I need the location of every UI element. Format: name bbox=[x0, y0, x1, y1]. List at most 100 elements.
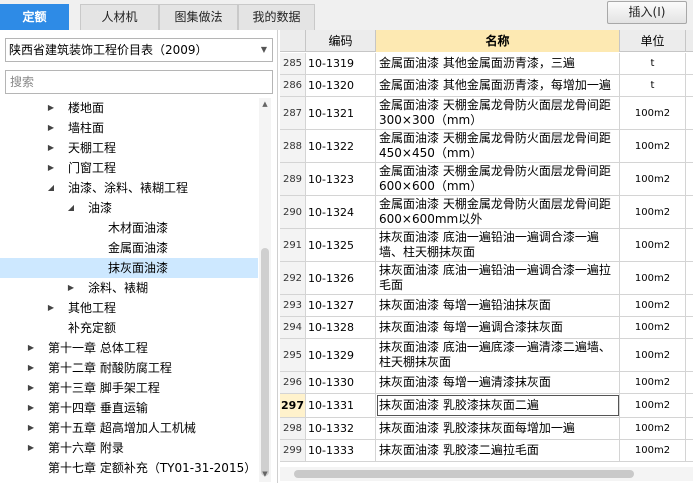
grid-horizontal-scrollbar[interactable] bbox=[280, 467, 693, 481]
tab-quota[interactable]: 定额 bbox=[0, 4, 69, 30]
unit-cell[interactable]: 100m2 bbox=[620, 229, 686, 261]
tab-labor-material-machine[interactable]: 人材机 bbox=[80, 4, 159, 30]
expand-arrow-icon[interactable]: ▶ bbox=[26, 338, 36, 358]
search-input[interactable] bbox=[5, 70, 273, 94]
expand-arrow-icon[interactable]: ▶ bbox=[46, 118, 56, 138]
tree-item[interactable]: ▶ 第十一章 总体工程 bbox=[0, 338, 258, 358]
tree-item[interactable]: ▶ 第十二章 耐酸防腐工程 bbox=[0, 358, 258, 378]
tree-item[interactable]: 补充定额 bbox=[0, 318, 258, 338]
code-cell[interactable]: 10-1319 bbox=[306, 53, 376, 74]
name-cell[interactable]: 金属面油漆 天棚金属龙骨防火面层龙骨间距450×450（mm） bbox=[376, 130, 620, 162]
scroll-up-arrow-icon[interactable]: ▲ bbox=[259, 100, 271, 108]
name-cell[interactable]: 抹灰面油漆 乳胶漆抹灰面每增加一遍 bbox=[376, 418, 620, 439]
name-cell[interactable]: 金属面油漆 天棚金属龙骨防火面层龙骨间距300×300（mm） bbox=[376, 97, 620, 129]
table-row[interactable]: 295 10-1329 抹灰面油漆 底油一遍底漆一遍清漆二遍墙、柱天棚抹灰面 100m… bbox=[280, 339, 693, 372]
name-cell[interactable]: 金属面油漆 其他金属面沥青漆，三遍 bbox=[376, 53, 620, 74]
expand-arrow-icon[interactable]: ▶ bbox=[46, 158, 56, 178]
tree-scrollbar[interactable]: ▲ ▼ bbox=[259, 98, 271, 482]
code-cell[interactable]: 10-1325 bbox=[306, 229, 376, 261]
tab-my-data[interactable]: 我的数据 bbox=[238, 4, 315, 30]
code-cell[interactable]: 10-1323 bbox=[306, 163, 376, 195]
code-cell[interactable]: 10-1321 bbox=[306, 97, 376, 129]
tree-item[interactable]: ▶ 第十五章 超高增加人工机械 bbox=[0, 418, 258, 438]
unit-cell[interactable]: 100m2 bbox=[620, 196, 686, 228]
name-cell[interactable]: 抹灰面油漆 乳胶漆抹灰面二遍 bbox=[376, 394, 620, 417]
expand-arrow-icon[interactable]: ▶ bbox=[66, 278, 76, 298]
table-row[interactable]: 299 10-1333 抹灰面油漆 乳胶漆二遍拉毛面 100m2 bbox=[280, 440, 693, 462]
tree-item[interactable]: ▶ 第十六章 附录 bbox=[0, 438, 258, 458]
expand-arrow-icon[interactable]: ▶ bbox=[46, 298, 56, 318]
code-cell[interactable]: 10-1327 bbox=[306, 295, 376, 316]
name-cell[interactable]: 抹灰面油漆 每增一遍铅油抹灰面 bbox=[376, 295, 620, 316]
tree-item[interactable]: 第十七章 定额补充（TY01-31-2015） bbox=[0, 458, 258, 478]
tree-scrollbar-thumb[interactable] bbox=[261, 248, 269, 476]
tree-item[interactable]: ▶ 墙柱面 bbox=[0, 118, 258, 138]
tree-item[interactable]: ▶ 天棚工程 bbox=[0, 138, 258, 158]
table-row[interactable]: 290 10-1324 金属面油漆 天棚金属龙骨防火面层龙骨间距600×600mm以… bbox=[280, 196, 693, 229]
collapse-arrow-icon[interactable]: ◢ bbox=[66, 198, 76, 218]
table-row[interactable]: 293 10-1327 抹灰面油漆 每增一遍铅油抹灰面 100m2 bbox=[280, 295, 693, 317]
scroll-down-arrow-icon[interactable]: ▼ bbox=[259, 470, 271, 478]
header-code[interactable]: 编码 bbox=[306, 30, 376, 52]
table-row[interactable]: 297 10-1331 抹灰面油漆 乳胶漆抹灰面二遍 100m2 bbox=[280, 394, 693, 418]
table-row[interactable]: 292 10-1326 抹灰面油漆 底油一遍铅油一遍调合漆一遍拉毛面 100m2 bbox=[280, 262, 693, 295]
code-cell[interactable]: 10-1332 bbox=[306, 418, 376, 439]
expand-arrow-icon[interactable]: ▶ bbox=[46, 98, 56, 118]
table-row[interactable]: 294 10-1328 抹灰面油漆 每增一遍调合漆抹灰面 100m2 bbox=[280, 317, 693, 339]
tree-item[interactable]: ▶ 其他工程 bbox=[0, 298, 258, 318]
name-cell[interactable]: 抹灰面油漆 底油一遍铅油一遍调合漆一遍拉毛面 bbox=[376, 262, 620, 294]
unit-cell[interactable]: 100m2 bbox=[620, 317, 686, 338]
table-row[interactable]: 291 10-1325 抹灰面油漆 底油一遍铅油一遍调合漆一遍墙、柱天棚抹灰面 100… bbox=[280, 229, 693, 262]
code-cell[interactable]: 10-1326 bbox=[306, 262, 376, 294]
unit-cell[interactable]: 100m2 bbox=[620, 130, 686, 162]
expand-arrow-icon[interactable]: ▶ bbox=[26, 378, 36, 398]
code-cell[interactable]: 10-1329 bbox=[306, 339, 376, 371]
tree-item[interactable]: ▶ 第十三章 脚手架工程 bbox=[0, 378, 258, 398]
table-row[interactable]: 285 10-1319 金属面油漆 其他金属面沥青漆，三遍 t bbox=[280, 53, 693, 75]
unit-cell[interactable]: 100m2 bbox=[620, 418, 686, 439]
library-select[interactable]: 陕西省建筑装饰工程价目表（2009） ▼ bbox=[5, 38, 273, 62]
name-cell[interactable]: 金属面油漆 天棚金属龙骨防火面层龙骨间距600×600（mm） bbox=[376, 163, 620, 195]
code-cell[interactable]: 10-1331 bbox=[306, 394, 376, 417]
name-cell[interactable]: 抹灰面油漆 底油一遍底漆一遍清漆二遍墙、柱天棚抹灰面 bbox=[376, 339, 620, 371]
code-cell[interactable]: 10-1330 bbox=[306, 372, 376, 393]
tree-item[interactable]: 木材面油漆 bbox=[0, 218, 258, 238]
header-unit[interactable]: 单位 bbox=[620, 30, 686, 52]
unit-cell[interactable]: 100m2 bbox=[620, 295, 686, 316]
unit-cell[interactable]: 100m2 bbox=[620, 262, 686, 294]
unit-cell[interactable]: 100m2 bbox=[620, 440, 686, 461]
collapse-arrow-icon[interactable]: ◢ bbox=[46, 178, 56, 198]
unit-cell[interactable]: 100m2 bbox=[620, 394, 686, 417]
code-cell[interactable]: 10-1320 bbox=[306, 75, 376, 96]
expand-arrow-icon[interactable]: ▶ bbox=[26, 418, 36, 438]
name-cell[interactable]: 抹灰面油漆 每增一遍调合漆抹灰面 bbox=[376, 317, 620, 338]
tree-item[interactable]: ▶ 门窗工程 bbox=[0, 158, 258, 178]
tree-item[interactable]: ▶ 涂料、裱糊 bbox=[0, 278, 258, 298]
tree-item[interactable]: ◢ 油漆、涂料、裱糊工程 bbox=[0, 178, 258, 198]
name-cell[interactable]: 金属面油漆 天棚金属龙骨防火面层龙骨间距600×600mm以外 bbox=[376, 196, 620, 228]
expand-arrow-icon[interactable]: ▶ bbox=[26, 358, 36, 378]
expand-arrow-icon[interactable]: ▶ bbox=[46, 138, 56, 158]
tree-item[interactable]: ▶ 第十四章 垂直运输 bbox=[0, 398, 258, 418]
unit-cell[interactable]: t bbox=[620, 53, 686, 74]
code-cell[interactable]: 10-1324 bbox=[306, 196, 376, 228]
table-row[interactable]: 287 10-1321 金属面油漆 天棚金属龙骨防火面层龙骨间距300×300（mm… bbox=[280, 97, 693, 130]
table-row[interactable]: 286 10-1320 金属面油漆 其他金属面沥青漆，每增加一遍 t bbox=[280, 75, 693, 97]
unit-cell[interactable]: 100m2 bbox=[620, 339, 686, 371]
name-cell[interactable]: 抹灰面油漆 乳胶漆二遍拉毛面 bbox=[376, 440, 620, 461]
expand-arrow-icon[interactable]: ▶ bbox=[26, 398, 36, 418]
expand-arrow-icon[interactable]: ▶ bbox=[26, 438, 36, 458]
table-row[interactable]: 298 10-1332 抹灰面油漆 乳胶漆抹灰面每增加一遍 100m2 bbox=[280, 418, 693, 440]
name-cell[interactable]: 金属面油漆 其他金属面沥青漆，每增加一遍 bbox=[376, 75, 620, 96]
tree-item[interactable]: 金属面油漆 bbox=[0, 238, 258, 258]
table-row[interactable]: 289 10-1323 金属面油漆 天棚金属龙骨防火面层龙骨间距600×600（mm… bbox=[280, 163, 693, 196]
code-cell[interactable]: 10-1328 bbox=[306, 317, 376, 338]
tab-atlas-method[interactable]: 图集做法 bbox=[159, 4, 238, 30]
code-cell[interactable]: 10-1333 bbox=[306, 440, 376, 461]
unit-cell[interactable]: 100m2 bbox=[620, 163, 686, 195]
name-cell[interactable]: 抹灰面油漆 底油一遍铅油一遍调合漆一遍墙、柱天棚抹灰面 bbox=[376, 229, 620, 261]
unit-cell[interactable]: 100m2 bbox=[620, 97, 686, 129]
unit-cell[interactable]: 100m2 bbox=[620, 372, 686, 393]
table-row[interactable]: 288 10-1322 金属面油漆 天棚金属龙骨防火面层龙骨间距450×450（mm… bbox=[280, 130, 693, 163]
tree-item[interactable]: ◢ 油漆 bbox=[0, 198, 258, 218]
